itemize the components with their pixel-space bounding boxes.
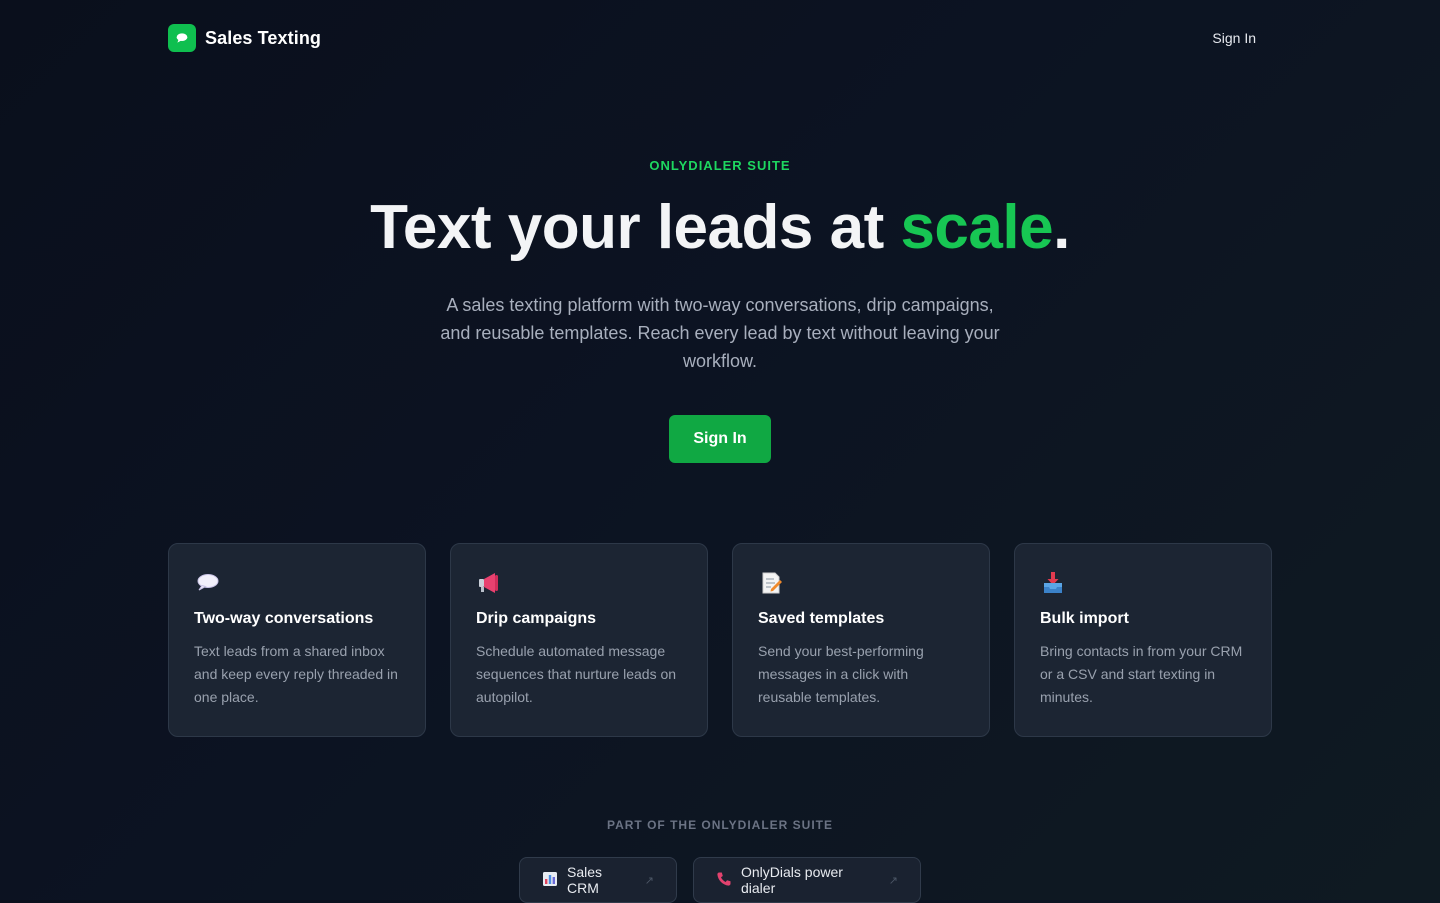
headline-period: .	[1053, 193, 1070, 262]
feature-title: Drip campaigns	[476, 610, 597, 627]
header-sign-in-link[interactable]: Sign In	[1212, 30, 1256, 46]
feature-card: Two-way conversations Text leads from a …	[168, 543, 426, 737]
feature-title: Saved templates	[758, 610, 885, 627]
hero-subtitle: A sales texting platform with two-way co…	[440, 295, 1000, 371]
hero-headline: Text your leads at scale.	[0, 192, 1440, 263]
sales-crm-label: Sales CRM	[567, 864, 603, 896]
brand[interactable]: Sales Texting	[168, 24, 321, 52]
feature-description: Bring contacts in from your CRM or a CSV…	[1040, 643, 1243, 705]
inbox-tray-icon	[1040, 570, 1066, 596]
external-link-icon: ↗	[644, 874, 654, 887]
hero-sign-in-button[interactable]: Sign In	[669, 415, 771, 463]
external-link-icon: ↗	[888, 874, 898, 887]
sales-crm-link[interactable]: Sales CRM ↗	[519, 857, 677, 903]
headline-text: Text your leads at	[370, 193, 901, 262]
memo-icon	[758, 570, 784, 596]
speech-bubble-icon	[194, 570, 220, 596]
suite-links: Sales CRM ↗ OnlyDials power dialer ↗	[519, 857, 921, 903]
hero-eyebrow: ONLYDIALER SUITE	[649, 158, 791, 173]
bar-chart-icon	[542, 871, 558, 890]
feature-title: Bulk import	[1040, 610, 1129, 627]
feature-cards: Two-way conversations Text leads from a …	[168, 543, 1272, 737]
chat-bubble-logo-icon	[168, 24, 196, 52]
megaphone-icon	[476, 570, 502, 596]
feature-description: Text leads from a shared inbox and keep …	[194, 643, 398, 705]
feature-card: Drip campaigns Schedule automated messag…	[450, 543, 708, 737]
brand-name: Sales Texting	[205, 27, 322, 48]
feature-card: Saved templates Send your best-performin…	[732, 543, 990, 737]
top-navigation: Sales Texting Sign In	[0, 0, 1440, 76]
headline-accent: scale	[900, 193, 1054, 262]
feature-description: Send your best-performing messages in a …	[758, 643, 924, 705]
feature-description: Schedule automated message sequences tha…	[476, 643, 677, 705]
onlydials-power-dialer-link[interactable]: OnlyDials power dialer ↗	[693, 857, 921, 903]
phone-icon	[716, 871, 732, 890]
suite-label: PART OF THE ONLYDIALER SUITE	[606, 818, 833, 832]
onlydials-label: OnlyDials power dialer	[741, 864, 843, 896]
feature-card: Bulk import Bring contacts in from your …	[1014, 543, 1272, 737]
feature-title: Two-way conversations	[194, 610, 374, 627]
